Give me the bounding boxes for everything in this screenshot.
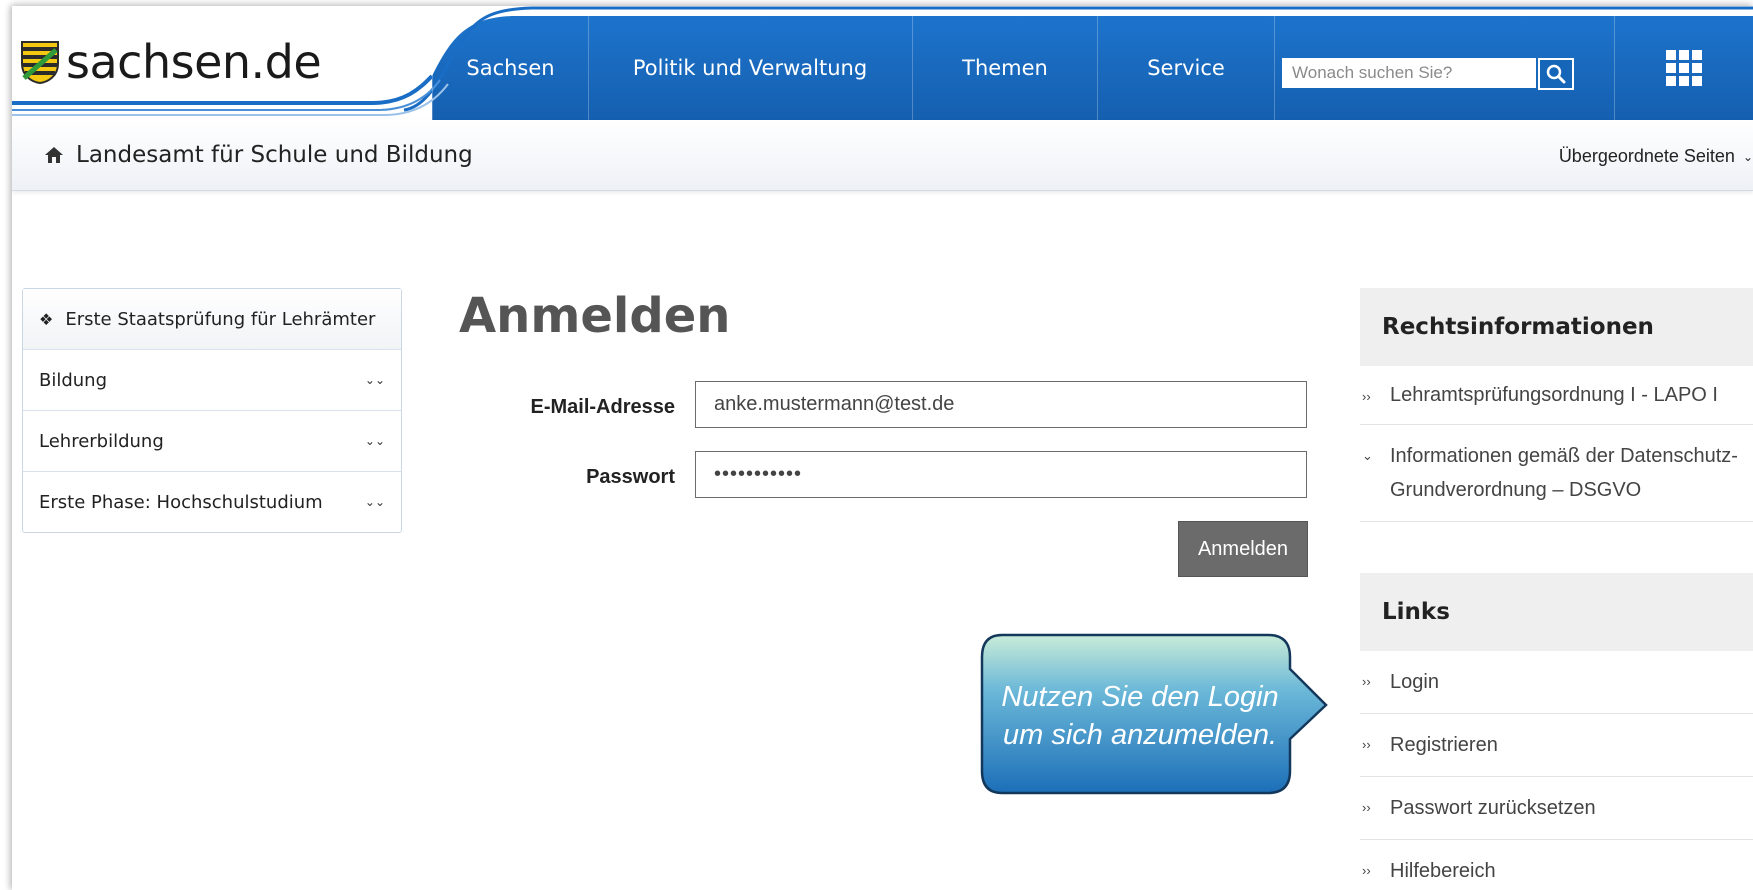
browser-page: sachsen.de Sachsen Politik und Verwaltun… bbox=[12, 6, 1753, 890]
nav-item-sachsen[interactable]: Sachsen bbox=[432, 16, 589, 120]
link-passwort-zuruecksetzen[interactable]: ›› Passwort zurücksetzen bbox=[1360, 777, 1753, 840]
breadcrumb-title: Landesamt für Schule und Bildung bbox=[76, 142, 473, 168]
sachsen-logo[interactable]: sachsen.de bbox=[20, 35, 322, 89]
nav-item-themen[interactable]: Themen bbox=[913, 16, 1098, 120]
email-field[interactable] bbox=[695, 381, 1307, 428]
sidebar-item-bildung[interactable]: Bildung ⌄⌄ bbox=[23, 350, 401, 411]
search-icon bbox=[1546, 64, 1566, 84]
callout-line-1: Nutzen Sie den Login bbox=[1001, 681, 1279, 713]
sidebar-item-erste-phase[interactable]: Erste Phase: Hochschulstudium ⌄⌄ bbox=[23, 472, 401, 532]
breadcrumb-home-link[interactable]: Landesamt für Schule und Bildung bbox=[44, 142, 473, 168]
sidebar-item-label: Erste Staatsprüfung für Lehrämter bbox=[65, 308, 376, 330]
home-icon bbox=[45, 147, 63, 163]
legal-info-heading: Rechtsinformationen bbox=[1360, 288, 1753, 366]
parent-pages-label: Übergeordnete Seiten bbox=[1558, 146, 1735, 166]
double-chevron-down-icon: ⌄⌄ bbox=[364, 373, 385, 387]
chevron-right-icon: ›› bbox=[1362, 389, 1371, 404]
link-label: Hilfebereich bbox=[1390, 860, 1496, 882]
legal-link-label: Informationen gemäß der Datenschutz-Grun… bbox=[1390, 445, 1738, 501]
callout-line-2: um sich anzumelden. bbox=[1002, 719, 1278, 751]
link-label: Registrieren bbox=[1390, 734, 1498, 756]
email-label: E-Mail-Adresse bbox=[530, 396, 676, 418]
password-field[interactable] bbox=[695, 451, 1307, 498]
link-label: Login bbox=[1390, 671, 1439, 693]
links-list: ›› Login ›› Registrieren ›› Passwort zur… bbox=[1360, 651, 1753, 890]
parent-pages-dropdown[interactable]: Übergeordnete Seiten ⌄ bbox=[1559, 146, 1753, 167]
chevron-right-icon: ›› bbox=[1362, 863, 1371, 878]
apps-grid-button[interactable] bbox=[1614, 16, 1753, 120]
page-title: Anmelden bbox=[459, 288, 731, 344]
link-login[interactable]: ›› Login bbox=[1360, 651, 1753, 714]
legal-link-dsgvo[interactable]: ⌄ Informationen gemäß der Datenschutz-Gr… bbox=[1360, 425, 1753, 522]
sidebar-item-label: Erste Phase: Hochschulstudium bbox=[39, 491, 323, 513]
chevron-down-icon: ⌄ bbox=[1742, 149, 1753, 164]
search-button[interactable] bbox=[1538, 58, 1574, 90]
search-area bbox=[1274, 16, 1615, 120]
links-heading: Links bbox=[1360, 573, 1753, 651]
sidebar-item-label: Bildung bbox=[39, 369, 108, 391]
breadcrumb-bar: Landesamt für Schule und Bildung Übergeo… bbox=[12, 120, 1753, 191]
login-submit-button[interactable]: Anmelden bbox=[1178, 521, 1308, 577]
password-label: Passwort bbox=[586, 466, 675, 488]
logo-text: sachsen.de bbox=[66, 35, 322, 89]
sidebar-nav: ❖ Erste Staatsprüfung für Lehrämter Bild… bbox=[22, 288, 402, 533]
link-registrieren[interactable]: ›› Registrieren bbox=[1360, 714, 1753, 777]
sidebar-item-lehrerbildung[interactable]: Lehrerbildung ⌄⌄ bbox=[23, 411, 401, 472]
site-header: sachsen.de Sachsen Politik und Verwaltun… bbox=[12, 6, 1753, 120]
double-chevron-down-icon: ⌄ bbox=[1362, 448, 1373, 463]
legal-link-label: Lehramtsprüfungsordnung I - LAPO I bbox=[1390, 384, 1718, 406]
saxony-crest-icon bbox=[21, 41, 59, 84]
legal-info-list: ›› Lehramtsprüfungsordnung I - LAPO I ⌄ … bbox=[1360, 366, 1753, 522]
chevron-right-icon: ›› bbox=[1362, 674, 1371, 689]
link-hilfebereich[interactable]: ›› Hilfebereich bbox=[1360, 840, 1753, 890]
chevron-right-icon: ›› bbox=[1362, 800, 1371, 815]
chevron-right-icon: ›› bbox=[1362, 737, 1371, 752]
nav-item-service[interactable]: Service bbox=[1098, 16, 1275, 120]
callout-text: Nutzen Sie den Login um sich anzumelden. bbox=[980, 678, 1300, 754]
diamond-bullet-icon: ❖ bbox=[39, 309, 54, 329]
legal-link-lapo[interactable]: ›› Lehramtsprüfungsordnung I - LAPO I bbox=[1360, 366, 1753, 425]
double-chevron-down-icon: ⌄⌄ bbox=[364, 495, 385, 509]
search-input[interactable] bbox=[1282, 58, 1536, 88]
sidebar-item-label: Lehrerbildung bbox=[39, 430, 164, 452]
grid-menu-icon bbox=[1665, 50, 1702, 86]
double-chevron-down-icon: ⌄⌄ bbox=[364, 434, 385, 448]
nav-item-politik-und-verwaltung[interactable]: Politik und Verwaltung bbox=[588, 16, 913, 120]
link-label: Passwort zurücksetzen bbox=[1390, 797, 1596, 819]
sidebar-item-erste-staatspruefung[interactable]: ❖ Erste Staatsprüfung für Lehrämter bbox=[23, 289, 401, 350]
